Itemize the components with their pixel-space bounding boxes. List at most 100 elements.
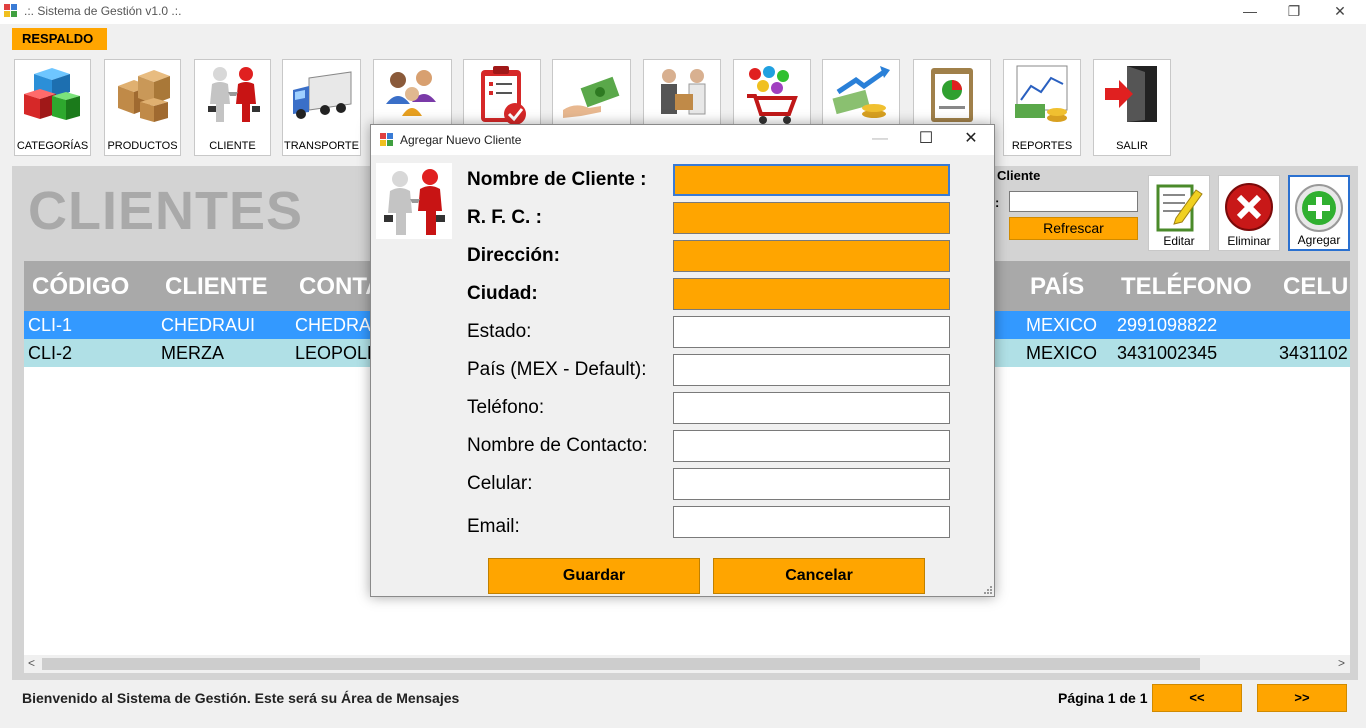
toolbar-transporte-button[interactable]: TRANSPORTE — [282, 59, 361, 156]
app-icon — [4, 4, 17, 17]
toolbar-categorias-button[interactable]: CATEGORÍAS — [14, 59, 91, 156]
cell-pais: MEXICO — [1026, 315, 1098, 335]
add-label: Agregar — [1297, 233, 1341, 247]
column-header-celular[interactable]: CELUL — [1283, 273, 1350, 301]
window-titlebar: .:. Sistema de Gestión v1.0 .:. — ❐ ✕ — [0, 0, 1366, 24]
add-client-dialog: Agregar Nuevo Cliente — ☐ ✕ Nombre de Cl… — [370, 124, 995, 597]
toolbar-productos-button[interactable]: PRODUCTOS — [104, 59, 181, 156]
toolbar-productos-label: PRODUCTOS — [107, 140, 178, 152]
label-estado: Estado: — [467, 321, 532, 342]
status-message: Bienvenido al Sistema de Gestión. Este s… — [22, 690, 460, 706]
report-chart-icon — [1015, 65, 1068, 122]
dialog-app-icon — [380, 133, 393, 146]
label-ciudad: Ciudad: — [467, 283, 538, 304]
dialog-close-button[interactable]: ✕ — [948, 125, 994, 155]
scroll-right-icon[interactable]: > — [1338, 656, 1345, 670]
search-field-label: : — [995, 195, 1000, 210]
input-celular[interactable] — [673, 468, 950, 500]
prev-page-button[interactable]: << — [1152, 684, 1242, 712]
search-input[interactable] — [1009, 191, 1138, 212]
client-handshake-icon — [376, 163, 452, 239]
column-header-telefono[interactable]: TELÉFONO — [1121, 273, 1252, 301]
add-button[interactable]: Agregar — [1288, 175, 1350, 251]
dialog-maximize-button[interactable]: ☐ — [903, 125, 949, 155]
input-pais[interactable] — [673, 354, 950, 386]
toolbar-categorias-label: CATEGORÍAS — [16, 140, 89, 152]
input-ciudad[interactable] — [673, 278, 950, 310]
delete-button[interactable]: Eliminar — [1218, 175, 1280, 251]
input-direccion[interactable] — [673, 240, 950, 272]
cell-telefono: 3431002345 — [1117, 343, 1218, 363]
close-button[interactable]: ✕ — [1317, 0, 1363, 24]
scroll-left-icon[interactable]: < — [28, 656, 35, 670]
cell-cliente: CHEDRAUI — [161, 315, 256, 335]
shopping-cart-icon — [747, 66, 798, 124]
menubar: RESPALDO — [0, 24, 1366, 52]
label-rfc: R. F. C. : — [467, 207, 542, 228]
column-header-pais[interactable]: PAÍS — [1030, 273, 1084, 301]
cell-codigo: CLI-1 — [28, 315, 73, 335]
truck-icon — [292, 71, 351, 119]
cell-contacto: LEOPOLD — [295, 343, 381, 363]
column-header-cliente[interactable]: CLIENTE — [165, 273, 268, 301]
boxes-icon — [117, 70, 170, 122]
label-direccion: Dirección: — [467, 245, 560, 266]
exit-door-icon — [1105, 66, 1157, 122]
people-group-icon — [385, 70, 436, 116]
next-page-button[interactable]: >> — [1257, 684, 1347, 712]
resize-grip-icon[interactable] — [982, 584, 992, 594]
label-nombre-cliente: Nombre de Cliente : — [467, 169, 647, 190]
column-header-codigo[interactable]: CÓDIGO — [32, 273, 129, 301]
refresh-button[interactable]: Refrescar — [1009, 217, 1138, 240]
cancelar-button[interactable]: Cancelar — [713, 558, 925, 594]
page-title: CLIENTES — [28, 181, 304, 241]
pie-chart-report-icon — [931, 68, 973, 122]
delete-label: Eliminar — [1227, 234, 1271, 248]
input-nombre-contacto[interactable] — [673, 430, 950, 462]
edit-button[interactable]: Editar — [1148, 175, 1210, 251]
edit-label: Editar — [1163, 234, 1195, 248]
cell-celular: 3431102 — [1279, 343, 1348, 363]
toolbar-reportes-button[interactable]: REPORTES — [1003, 59, 1081, 156]
cell-telefono: 2991098822 — [1117, 315, 1218, 335]
money-hand-icon — [562, 76, 619, 118]
toolbar-cliente-button[interactable]: CLIENTE — [194, 59, 271, 156]
cell-codigo: CLI-2 — [28, 343, 73, 363]
toolbar-transporte-label: TRANSPORTE — [284, 140, 359, 152]
label-nombre-contacto: Nombre de Contacto: — [467, 435, 648, 456]
cell-cliente: MERZA — [161, 343, 224, 363]
window-title: .:. Sistema de Gestión v1.0 .:. — [24, 4, 182, 18]
label-celular: Celular: — [467, 473, 533, 494]
dialog-title: Agregar Nuevo Cliente — [400, 133, 522, 147]
toolbar-salir-label: SALIR — [1116, 140, 1148, 152]
toolbar-salir-button[interactable]: SALIR — [1093, 59, 1171, 156]
clipboard-check-icon — [481, 66, 526, 125]
input-telefono[interactable] — [673, 392, 950, 424]
add-icon — [1295, 184, 1343, 232]
search-group-label: Cliente — [997, 168, 1041, 183]
menu-respaldo[interactable]: RESPALDO — [12, 28, 107, 50]
input-estado[interactable] — [673, 316, 950, 348]
input-nombre-cliente[interactable] — [673, 164, 950, 196]
label-pais: País (MEX - Default): — [467, 359, 647, 380]
toolbar-cliente-label: CLIENTE — [209, 140, 256, 152]
input-rfc[interactable] — [673, 202, 950, 234]
toolbar-reportes-label: REPORTES — [1011, 140, 1073, 152]
delivery-men-icon — [661, 69, 706, 115]
guardar-button[interactable]: Guardar — [488, 558, 700, 594]
edit-icon — [1156, 184, 1203, 232]
delete-icon — [1225, 183, 1273, 231]
cubes-icon — [23, 68, 80, 120]
input-email[interactable] — [673, 506, 950, 538]
dialog-titlebar: Agregar Nuevo Cliente — ☐ ✕ — [371, 125, 994, 155]
scroll-thumb[interactable] — [42, 658, 1200, 670]
dialog-minimize-button[interactable]: — — [857, 125, 903, 155]
horizontal-scrollbar[interactable]: < > — [24, 655, 1350, 673]
label-telefono: Teléfono: — [467, 397, 545, 418]
label-email: Email: — [467, 516, 520, 537]
cell-pais: MEXICO — [1026, 343, 1098, 363]
handshake-icon — [207, 67, 260, 122]
minimize-button[interactable]: — — [1227, 0, 1273, 24]
money-growth-icon — [832, 66, 890, 118]
restore-button[interactable]: ❐ — [1271, 0, 1317, 24]
